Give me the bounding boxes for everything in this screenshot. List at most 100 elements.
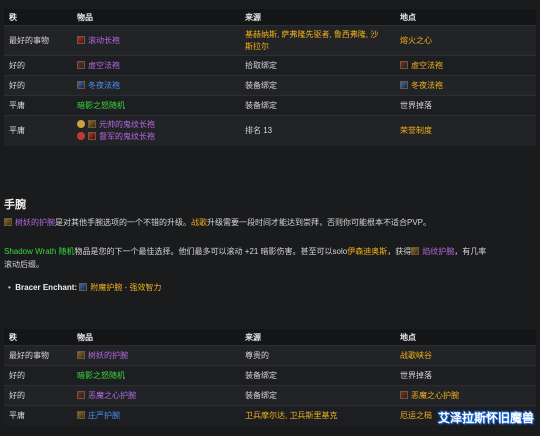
source-cell: 装备绑定 — [245, 101, 277, 110]
rank-cell: 好的 — [9, 371, 25, 380]
location-cell[interactable]: 冬夜法袍 — [395, 76, 536, 96]
text: ，获得 — [387, 247, 412, 256]
location-link[interactable]: 战歌峡谷 — [395, 346, 536, 366]
location-cell[interactable]: 恶魔之心护腕 — [395, 386, 536, 406]
zone-link[interactable]: 战歌 — [191, 218, 207, 227]
source-cell: 装备绑定 — [245, 81, 277, 90]
robe-icon — [400, 81, 408, 89]
col-item: 物品 — [77, 12, 93, 22]
bracer-icon — [4, 218, 12, 226]
rank-cell: 好的 — [9, 391, 25, 400]
item-link[interactable]: 树妖的护腕 — [88, 351, 128, 360]
boss-link[interactable]: 伊森迪奥斯 — [347, 247, 387, 256]
item-link[interactable]: 暗影之怒随机 — [72, 96, 240, 116]
col-location: 地点 — [400, 332, 416, 342]
location-link[interactable]: 冬夜法袍 — [411, 81, 443, 90]
table-header-row: 秩 物品 来源 地点 — [4, 9, 536, 26]
enchant-bullet: • Bracer Enchant: 附魔护腕 - 强效智力 — [8, 282, 161, 293]
item-cell[interactable]: 冬夜法袍 — [72, 76, 240, 96]
table-row: 最好的事物 树妖的护腕 尊贵的 战歌峡谷 — [4, 345, 536, 366]
section-heading: 手腕 — [4, 199, 26, 211]
col-rank: 秩 — [9, 12, 17, 22]
source-cell: 排名 13 — [245, 126, 273, 136]
horde-icon — [77, 131, 85, 140]
bracer-icon — [77, 351, 85, 359]
item-cell[interactable]: 元帅的鬼纹长袍 督军的鬼纹长袍 — [72, 116, 240, 146]
rank-cell: 最好的事物 — [9, 351, 49, 360]
text: 滚动后缀。 — [4, 260, 44, 269]
robe-icon — [77, 61, 85, 69]
bracer-icon — [400, 391, 408, 399]
rank-cell: 平庸 — [9, 126, 25, 136]
location-cell: 世界掉落 — [400, 371, 432, 380]
text: ，有几率 — [454, 247, 487, 256]
rank-cell: 平庸 — [9, 411, 25, 421]
source-cell: 装备绑定 — [245, 391, 277, 400]
source-cell: 装备绑定 — [245, 371, 277, 380]
robe-icon — [88, 119, 96, 128]
gear-table-chest: 秩 物品 来源 地点 最好的事物 滚动长袍 基赫纳斯, 萨弗隆先驱者, 鲁西弗隆… — [4, 9, 536, 146]
bracer-icon — [77, 391, 85, 399]
enchant-link[interactable]: 附魔护腕 - 强效智力 — [90, 283, 161, 292]
table-row: 好的 虚空法袍 拾取绑定 虚空法袍 — [4, 55, 536, 76]
table-row: 平庸 暗影之怒随机 装备绑定 世界掉落 — [4, 95, 536, 116]
rank-cell: 好的 — [9, 81, 25, 90]
paragraph-1: 树妖的护腕是对其他手腕选项的一个不错的升级。战歌升级需要一段时间才能达到崇拜，否… — [4, 216, 534, 229]
item-link[interactable]: 元帅的鬼纹长袍 — [99, 120, 155, 129]
location-link[interactable]: 虚空法袍 — [411, 61, 443, 70]
col-item: 物品 — [77, 332, 93, 342]
text: 物品是您的下一个最佳选择。他们最多可以滚动 +21 暗影伤害。甚至可以solo — [74, 247, 348, 256]
watermark: 艾泽拉斯怀旧魔兽 — [437, 411, 534, 425]
bullet-dot: • — [8, 283, 11, 292]
col-rank: 秩 — [9, 332, 17, 342]
item-link[interactable]: 恶魔之心护腕 — [88, 391, 136, 400]
source-cell: 尊贵的 — [245, 351, 269, 360]
text: 升级需要一段时间才能达到崇拜，否则你可能根本不适合PVP。 — [207, 218, 432, 227]
text: 是对其他手腕选项的一个不错的升级。 — [55, 218, 191, 227]
source-cell: 拾取绑定 — [245, 61, 277, 70]
rank-cell: 好的 — [9, 61, 25, 70]
item-link[interactable]: 督军的鬼纹长袍 — [99, 132, 155, 141]
alliance-icon — [77, 119, 85, 128]
item-link[interactable]: 滚动长袍 — [88, 36, 120, 45]
source-link[interactable]: 斯拉尔 — [245, 41, 390, 53]
rank-cell: 平庸 — [9, 101, 25, 110]
item-link[interactable]: 焰纹护腕 — [422, 247, 454, 256]
enchant-icon — [79, 283, 88, 291]
item-link[interactable]: 冬夜法袍 — [88, 81, 120, 90]
item-link[interactable]: 庄严护腕 — [88, 411, 120, 420]
item-cell[interactable]: 滚动长袍 — [72, 26, 240, 56]
table-row: 好的 冬夜法袍 装备绑定 冬夜法袍 — [4, 75, 536, 96]
item-cell[interactable]: 树妖的护腕 — [72, 346, 240, 366]
table-row: 好的 暗影之怒随机 装备绑定 世界掉落 — [4, 365, 536, 386]
table-row: 好的 恶魔之心护腕 装备绑定 恶魔之心护腕 — [4, 385, 536, 406]
col-source: 来源 — [245, 332, 261, 342]
location-link[interactable]: 恶魔之心护腕 — [411, 391, 459, 400]
robe-icon — [88, 131, 96, 140]
bullet-label: Bracer Enchant: — [15, 283, 78, 292]
location-cell[interactable]: 虚空法袍 — [395, 56, 536, 76]
item-cell[interactable]: 庄严护腕 — [72, 406, 240, 426]
item-link[interactable]: 树妖的护腕 — [15, 218, 55, 227]
item-cell[interactable]: 恶魔之心护腕 — [72, 386, 240, 406]
robe-icon — [77, 36, 85, 44]
rank-cell: 最好的事物 — [9, 36, 49, 45]
bracer-icon — [77, 411, 85, 420]
paragraph-2: Shadow Wrath 随机物品是您的下一个最佳选择。他们最多可以滚动 +21… — [4, 245, 534, 271]
item-cell[interactable]: 虚空法袍 — [72, 56, 240, 76]
item-link[interactable]: 暗影之怒随机 — [72, 366, 240, 386]
table-header-row: 秩 物品 来源 地点 — [4, 329, 536, 346]
source-cell[interactable]: 基赫纳斯, 萨弗隆先驱者, 鲁西弗隆, 沙斯拉尔 — [240, 26, 395, 56]
bracer-icon — [411, 247, 420, 255]
location-link[interactable]: 熔火之心 — [395, 26, 536, 56]
source-link[interactable]: 卫兵摩尔达, 卫兵斯里基克 — [240, 406, 395, 426]
table-row: 最好的事物 滚动长袍 基赫纳斯, 萨弗隆先驱者, 鲁西弗隆, 沙斯拉尔 熔火之心 — [4, 25, 536, 56]
item-link[interactable]: 虚空法袍 — [88, 61, 120, 70]
robe-icon — [400, 61, 408, 69]
location-cell: 世界掉落 — [400, 101, 432, 110]
col-location: 地点 — [400, 12, 416, 22]
location-link[interactable]: 荣誉制度 — [395, 116, 536, 146]
source-link[interactable]: 基赫纳斯, 萨弗隆先驱者, 鲁西弗隆, 沙 — [245, 29, 390, 41]
col-source: 来源 — [245, 12, 261, 22]
item-link[interactable]: Shadow Wrath 随机 — [4, 247, 75, 256]
